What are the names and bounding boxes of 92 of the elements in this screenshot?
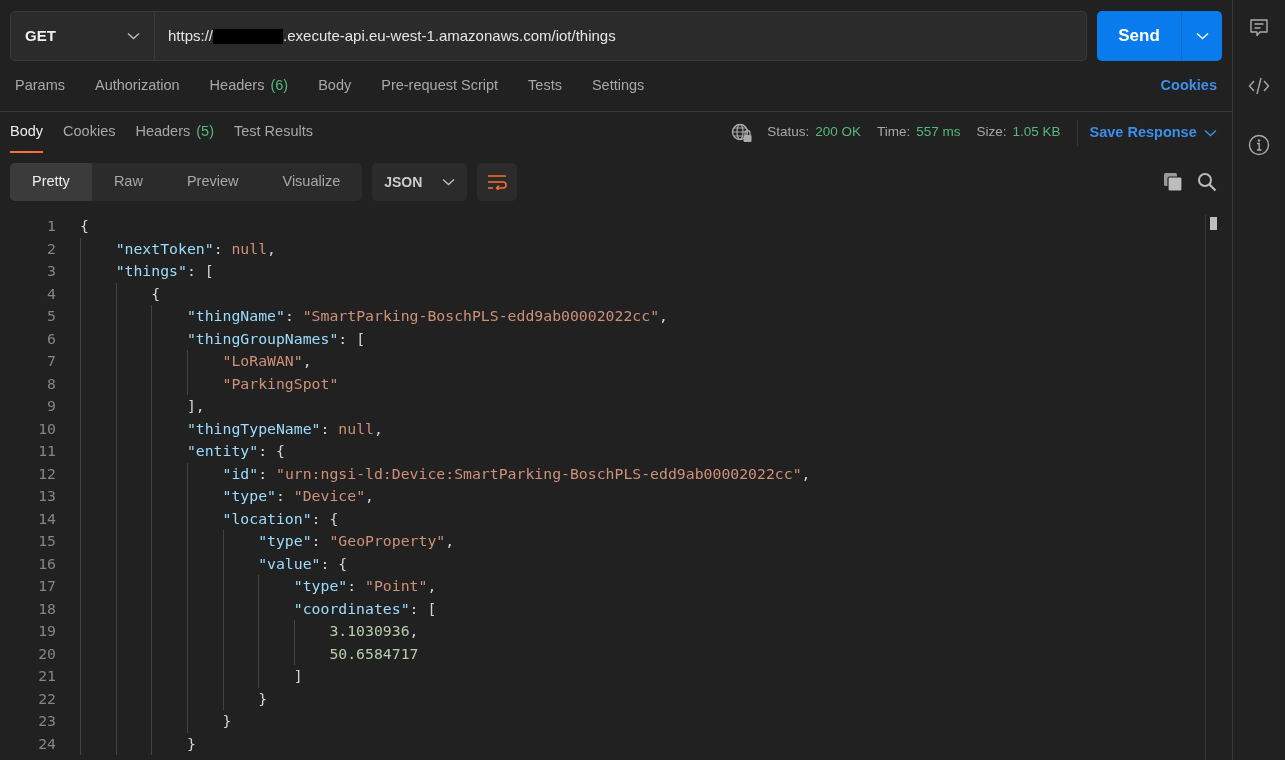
line-number: 13: [37, 486, 56, 506]
caret-icon: [442, 178, 456, 186]
info-icon: [1248, 134, 1270, 156]
line-number: 15: [37, 531, 56, 551]
line-number: 8: [46, 373, 56, 394]
method-dropdown[interactable]: GET: [10, 11, 155, 61]
comments-button[interactable]: [1249, 18, 1269, 38]
code-line: "ParkingSpot": [222, 373, 339, 394]
copy-button[interactable]: [1162, 172, 1183, 192]
search-icon: [1197, 172, 1217, 192]
line-number: 5: [46, 306, 56, 326]
code-line: ]: [293, 666, 303, 686]
code-button[interactable]: [1248, 76, 1270, 96]
line-number: 12: [37, 463, 56, 484]
line-number: 20: [37, 643, 56, 664]
code-line: ],: [186, 396, 205, 416]
line-number: 19: [37, 621, 56, 641]
meta-value: 557 ms: [916, 123, 961, 142]
line-number: 16: [37, 553, 56, 574]
line-number: 7: [46, 351, 56, 371]
code-line: "thingTypeName": null,: [186, 418, 383, 439]
line-number: 4: [46, 283, 56, 304]
url-field[interactable]: https:// .execute-api.eu-west-1.amazonaws.com/iot/things: [155, 11, 1087, 61]
search-button[interactable]: [1197, 172, 1217, 192]
code-line: }: [222, 711, 232, 731]
caret-icon: [1204, 128, 1217, 137]
globe-lock-icon: [731, 122, 754, 143]
request-tab[interactable]: Body: [318, 61, 352, 111]
line-number: 11: [37, 441, 56, 461]
save-response-button[interactable]: Save Response: [1089, 121, 1217, 144]
line-number: 18: [37, 598, 56, 619]
view-mode-tab[interactable]: Pretty: [10, 163, 92, 201]
request-tab[interactable]: Authorization: [94, 61, 180, 111]
code-icon: [1248, 76, 1270, 96]
wrap-lines-button[interactable]: [477, 163, 518, 201]
view-mode-tab[interactable]: Raw: [91, 163, 165, 201]
meta-value: 1.05 KB: [1012, 123, 1061, 142]
cookies-link[interactable]: Cookies: [1160, 75, 1217, 97]
response-tab[interactable]: Body: [10, 112, 44, 153]
send-button[interactable]: Send: [1097, 11, 1181, 61]
code-line: "LoRaWAN",: [222, 351, 312, 371]
request-tab[interactable]: Headers (6): [209, 61, 289, 111]
line-number: 17: [37, 576, 56, 596]
view-mode-tab[interactable]: Preview: [164, 163, 261, 201]
meta-value: 200 OK: [815, 123, 861, 142]
code-line: "entity": {: [186, 441, 285, 461]
line-number: 9: [46, 396, 56, 416]
comment-icon: [1249, 18, 1269, 38]
line-number: 2: [46, 238, 56, 259]
caret-icon: [1195, 32, 1209, 40]
meta-label: Time:: [876, 123, 911, 142]
code-line: "things": [: [115, 261, 214, 281]
line-number: 23: [37, 711, 56, 731]
response-tab[interactable]: Headers (5): [135, 112, 214, 153]
request-tab[interactable]: Params: [15, 61, 65, 111]
line-number: 21: [37, 666, 56, 686]
code-line: "thingName": "SmartParking-BoschPLS-edd9ab00002022cc",: [186, 306, 668, 326]
view-mode-tab[interactable]: Visualize: [260, 163, 363, 201]
code-line: "type": "Point",: [293, 576, 437, 596]
code-line: 3.1030936,: [329, 621, 419, 641]
line-number: 6: [46, 328, 56, 349]
request-tab[interactable]: Settings: [591, 61, 645, 111]
code-line: "type": "GeoProperty",: [258, 531, 455, 551]
line-number: 3: [46, 261, 56, 281]
response-tab[interactable]: Cookies: [63, 112, 116, 153]
code-line: }: [186, 733, 196, 754]
code-line: }: [258, 688, 268, 709]
format-dropdown[interactable]: JSON: [372, 163, 468, 201]
code-line: "nextToken": null,: [115, 238, 276, 259]
copy-icon: [1162, 172, 1183, 192]
code-line: 50.6584717: [329, 643, 419, 664]
wrap-lines-icon: [487, 174, 508, 190]
code-line: "thingGroupNames": [: [186, 328, 366, 349]
request-tab[interactable]: Pre-request Script: [381, 61, 499, 111]
info-button[interactable]: [1248, 134, 1270, 156]
response-tab[interactable]: Test Results: [234, 112, 313, 153]
meta-label: Status:: [767, 123, 810, 142]
code-line: "value": {: [258, 553, 348, 574]
code-line: {: [151, 283, 161, 304]
line-number: 1: [46, 216, 56, 236]
code-line: "type": "Device",: [222, 486, 374, 506]
request-tab[interactable]: Tests: [528, 61, 562, 111]
meta-label: Size:: [976, 123, 1007, 142]
line-number: 14: [37, 508, 56, 529]
code-line: "location": {: [222, 508, 339, 529]
line-number: 22: [37, 688, 56, 709]
code-line: "coordinates": [: [293, 598, 437, 619]
caret-icon: [127, 32, 140, 40]
line-number: 24: [37, 733, 56, 754]
code-line: "id": "urn:ngsi-ld:Device:SmartParking-BoschPLS-edd9ab00002022cc",: [222, 463, 811, 484]
code-line: {: [80, 216, 89, 236]
line-number: 10: [37, 418, 56, 439]
